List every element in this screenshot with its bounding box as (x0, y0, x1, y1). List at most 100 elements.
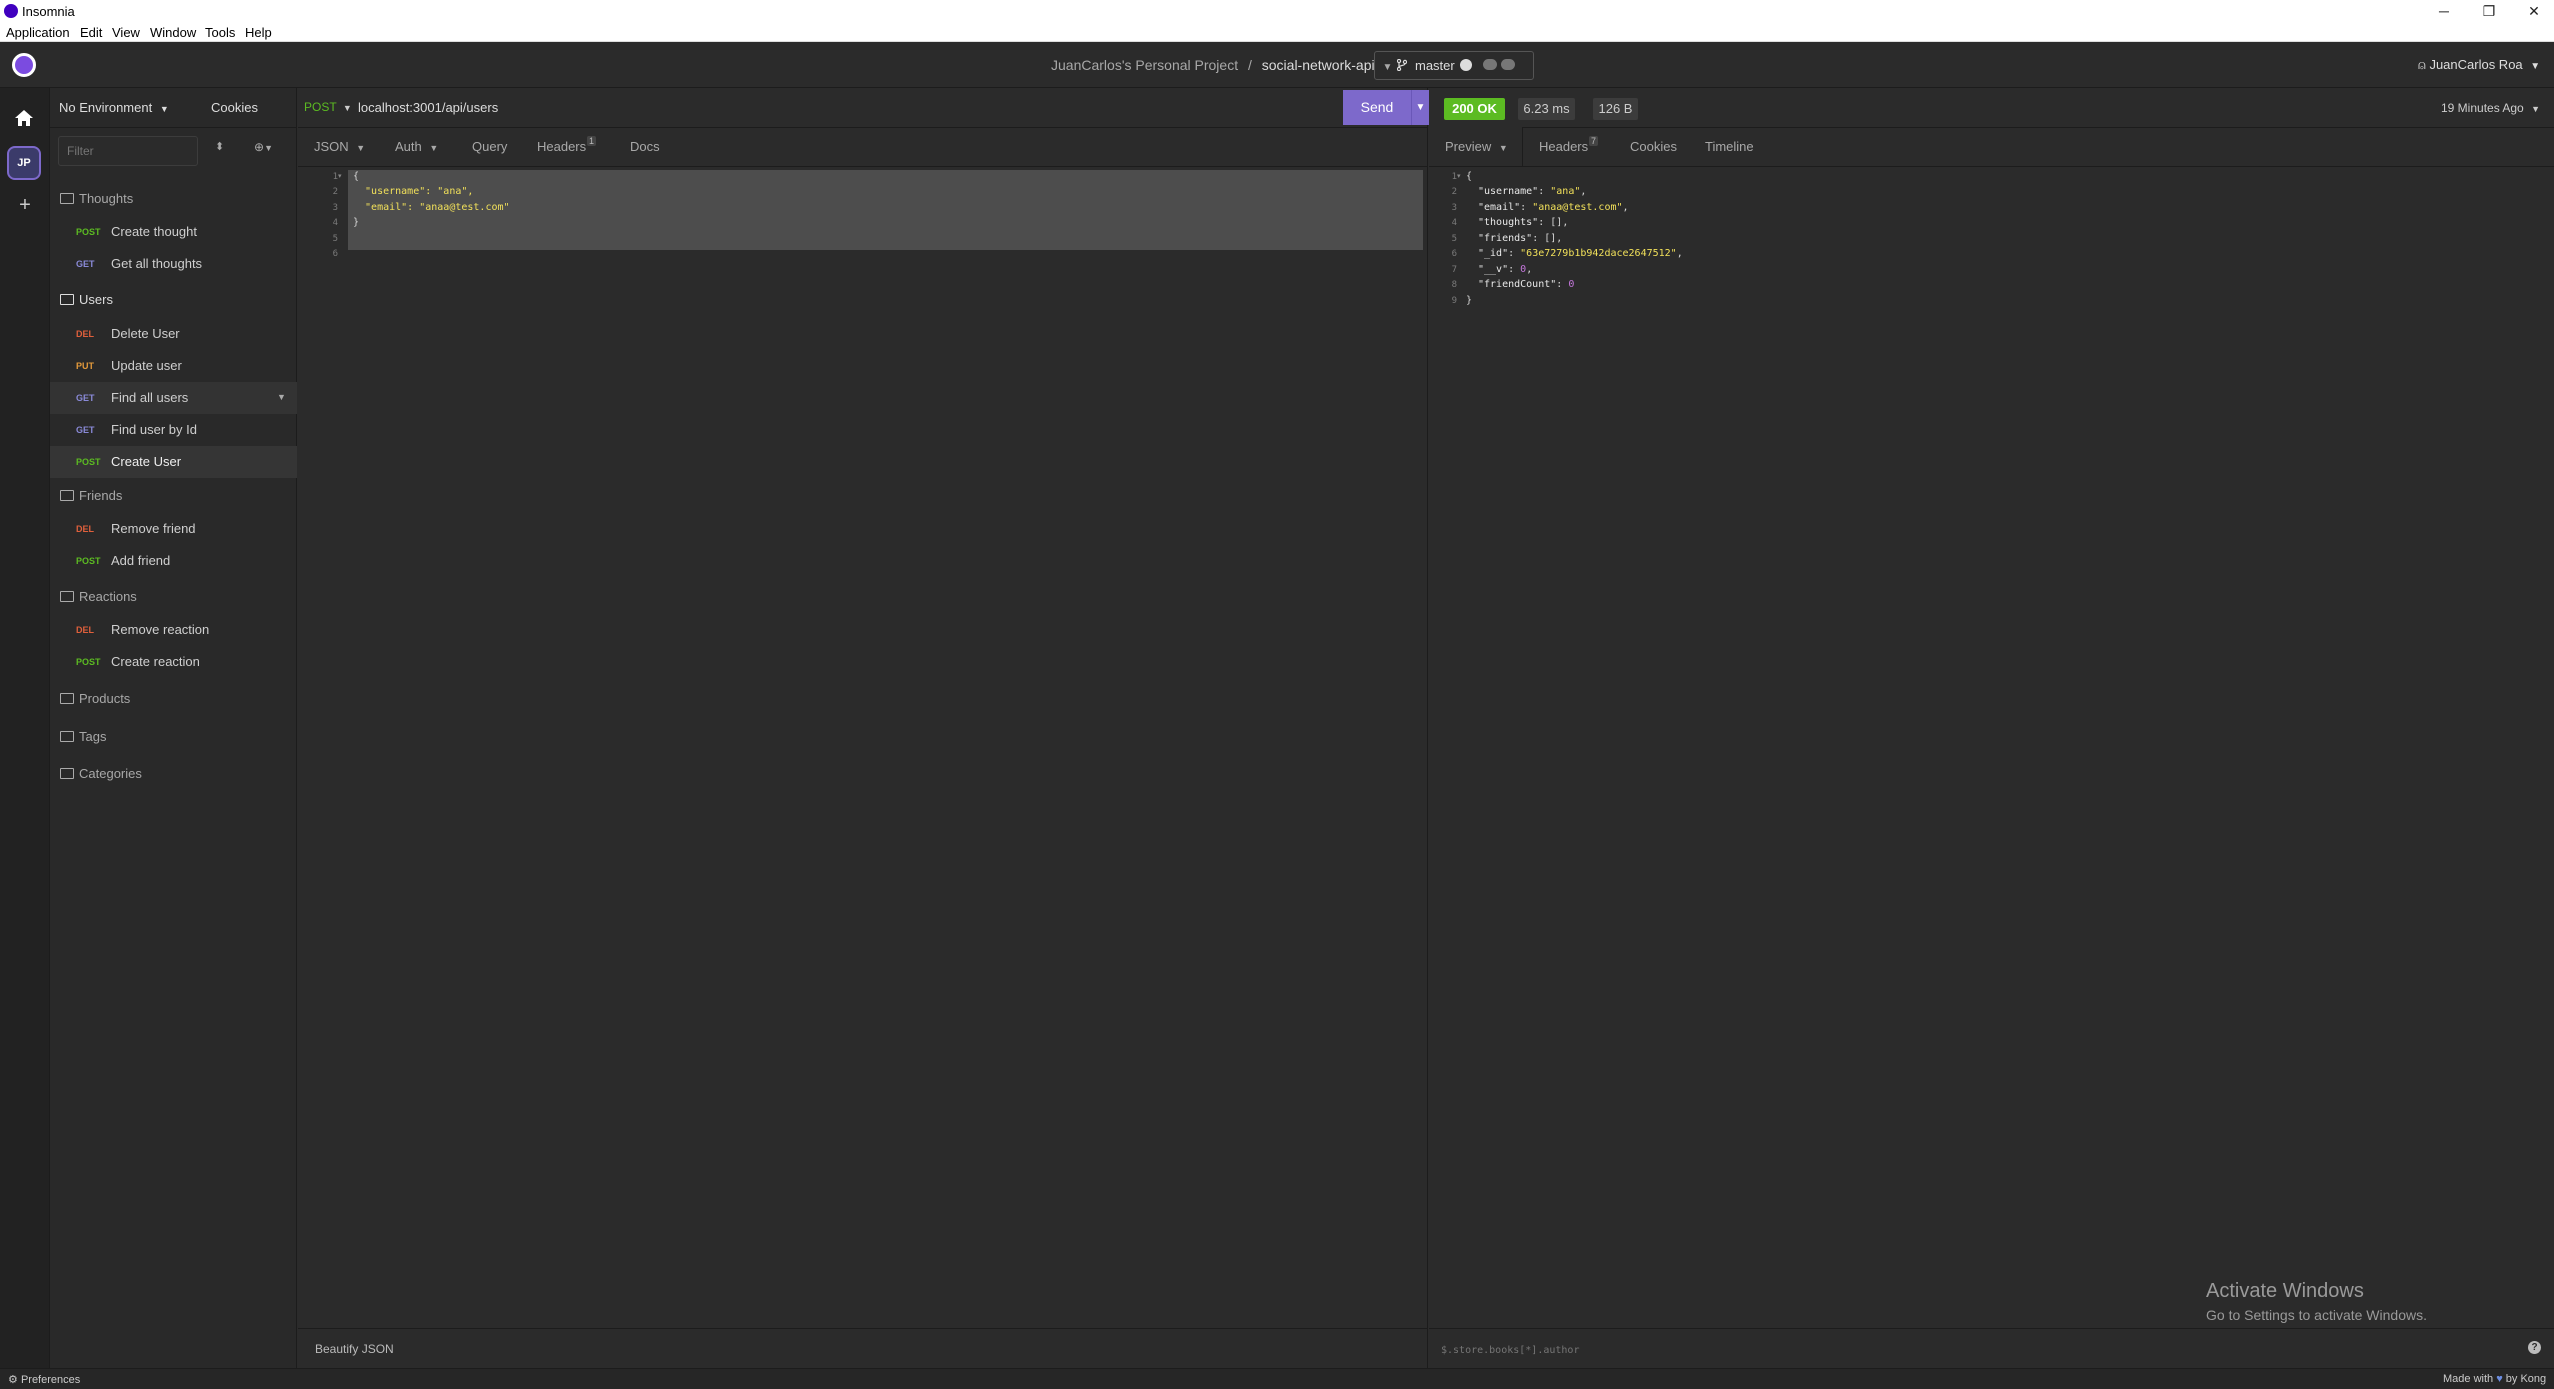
send-options-chevron-icon[interactable]: ▼ (1411, 90, 1429, 125)
folder-icon (60, 768, 74, 779)
line-number: 4 (332, 218, 338, 228)
tab-auth[interactable]: Auth ▼ (395, 139, 438, 154)
sidebar: No Environment ▼ Cookies ⬍ ⊕▼ Thoughts P… (50, 88, 297, 1368)
user-menu[interactable]: ⍝ JuanCarlos Roa ▼ (2418, 57, 2540, 73)
line-number: 8 (1451, 280, 1457, 290)
tab-preview[interactable]: Preview ▼ (1445, 139, 1508, 154)
request-find-all-users[interactable]: GET Find all users ▼ (50, 382, 297, 414)
breadcrumb-collection[interactable]: social-network-api (1262, 57, 1375, 73)
folder-categories[interactable]: Categories (50, 759, 297, 789)
chevron-down-icon: ▼ (342, 103, 352, 113)
project-avatar-button[interactable]: JP (7, 146, 41, 180)
response-history-dropdown[interactable]: 19 Minutes Ago ▼ (2441, 101, 2540, 115)
request-remove-reaction[interactable]: DEL Remove reaction (50, 614, 297, 646)
folder-friends[interactable]: Friends (50, 481, 297, 511)
minimize-button[interactable]: ─ (2424, 2, 2464, 20)
method-selector[interactable]: POST ▼ (304, 100, 352, 114)
response-filter-input[interactable] (1439, 1339, 2343, 1361)
status-bar: ⚙ Preferences Made with ♥ by Kong (0, 1368, 2554, 1389)
line-number: 5 (332, 234, 338, 244)
preferences-button[interactable]: ⚙ Preferences (8, 1373, 80, 1386)
response-preview[interactable]: 1 2 3 4 5 6 7 8 9 ▾ { "username": "ana",… (1429, 166, 2554, 1316)
method-badge: GET (76, 425, 95, 435)
request-create-reaction[interactable]: POST Create reaction (50, 646, 297, 678)
folder-icon (60, 490, 74, 501)
request-label: Create reaction (111, 654, 200, 669)
json-key: "friends" (1478, 233, 1533, 244)
line-number: 1 (1451, 172, 1457, 182)
close-window-button[interactable]: ✕ (2514, 2, 2554, 20)
menu-application[interactable]: Application (6, 25, 70, 40)
menu-view[interactable]: View (112, 25, 140, 40)
folder-reactions[interactable]: Reactions (50, 582, 297, 612)
code-line: } (1466, 295, 1473, 306)
code-line: "_id": "63e7279b1b942dace2647512", (1478, 248, 1683, 259)
tab-cookies[interactable]: Cookies (1630, 139, 1677, 154)
chevron-down-icon[interactable]: ▼ (277, 392, 286, 402)
request-add-friend[interactable]: POST Add friend (50, 545, 297, 577)
window-title: Insomnia (22, 4, 75, 19)
menu-help[interactable]: Help (245, 25, 272, 40)
line-number: 6 (332, 249, 338, 259)
breadcrumb-project[interactable]: JuanCarlos's Personal Project (1051, 57, 1238, 73)
count-badge: 7 (1589, 136, 1599, 146)
request-update-user[interactable]: PUT Update user (50, 350, 297, 382)
tab-label: Preview (1445, 139, 1492, 154)
tab-headers[interactable]: Headers 1 (537, 136, 597, 154)
request-get-all-thoughts[interactable]: GET Get all thoughts (50, 248, 297, 280)
url-input[interactable]: localhost:3001/api/users (358, 100, 498, 115)
folder-products[interactable]: Products (50, 684, 297, 714)
made-with-kong-link[interactable]: Made with ♥ by Kong (2443, 1373, 2546, 1385)
folder-tags[interactable]: Tags (50, 722, 297, 752)
tab-query[interactable]: Query (472, 139, 507, 154)
json-key: "email" (1478, 202, 1521, 213)
cloud-pull-icon[interactable] (1483, 59, 1497, 70)
sync-icon[interactable] (1460, 59, 1472, 71)
maximize-button[interactable]: ❐ (2469, 2, 2509, 20)
environment-selector[interactable]: No Environment ▼ (59, 100, 169, 115)
fold-chevron-icon[interactable]: ▾ (338, 172, 342, 180)
beautify-json-button[interactable]: Beautify JSON (315, 1342, 394, 1356)
code-line: "email": "anaa@test.com" (353, 202, 510, 213)
branch-button[interactable]: master (1374, 51, 1534, 80)
folder-thoughts[interactable]: Thoughts (50, 184, 297, 214)
cloud-push-icon[interactable] (1501, 59, 1515, 70)
tab-timeline[interactable]: Timeline (1705, 139, 1754, 154)
add-project-button[interactable]: + (13, 193, 37, 217)
tab-docs[interactable]: Docs (630, 139, 660, 154)
response-tabs: Preview ▼ Headers 7 Cookies Timeline (1429, 127, 2554, 167)
menu-tools[interactable]: Tools (205, 25, 235, 40)
tab-response-headers[interactable]: Headers 7 (1539, 136, 1599, 154)
request-remove-friend[interactable]: DEL Remove friend (50, 513, 297, 545)
help-icon[interactable]: ? (2528, 1341, 2541, 1354)
request-label: Find all users (111, 390, 189, 405)
home-button[interactable] (9, 104, 39, 132)
json-value: "anaa@test.com" (1532, 202, 1623, 213)
fold-chevron-icon[interactable]: ▾ (1457, 172, 1461, 180)
json-key: "_id" (1478, 248, 1509, 259)
window-title-bar: Insomnia ─ ❐ ✕ (0, 0, 2554, 22)
folder-icon (60, 731, 74, 742)
sort-icon[interactable]: ⬍ (215, 140, 224, 153)
request-find-user-by-id[interactable]: GET Find user by Id (50, 414, 297, 446)
send-button[interactable]: Send (1343, 90, 1411, 125)
method-badge: DEL (76, 625, 94, 635)
tab-label: Headers (537, 139, 587, 154)
request-create-user[interactable]: POST Create User (50, 446, 297, 478)
request-create-thought[interactable]: POST Create thought (50, 216, 297, 248)
code-line: { (1466, 171, 1473, 182)
method-label: POST (304, 100, 337, 114)
sidebar-filter-input[interactable] (58, 136, 198, 166)
url-bar: POST ▼ localhost:3001/api/users Send ▼ (298, 88, 1429, 128)
menu-edit[interactable]: Edit (80, 25, 102, 40)
branch-name: master (1415, 58, 1455, 73)
create-menu-button[interactable]: ⊕▼ (254, 140, 273, 154)
insomnia-logo-icon[interactable] (12, 53, 36, 77)
menu-window[interactable]: Window (150, 25, 196, 40)
cookies-button[interactable]: Cookies (211, 100, 258, 115)
request-delete-user[interactable]: DEL Delete User (50, 318, 297, 350)
count-badge: 1 (587, 136, 597, 146)
tab-body[interactable]: JSON ▼ (314, 139, 365, 154)
folder-users[interactable]: Users (50, 285, 297, 315)
request-body-editor[interactable]: 1 2 3 4 5 6 ▾ { "username": "ana", "emai… (298, 166, 1428, 1316)
